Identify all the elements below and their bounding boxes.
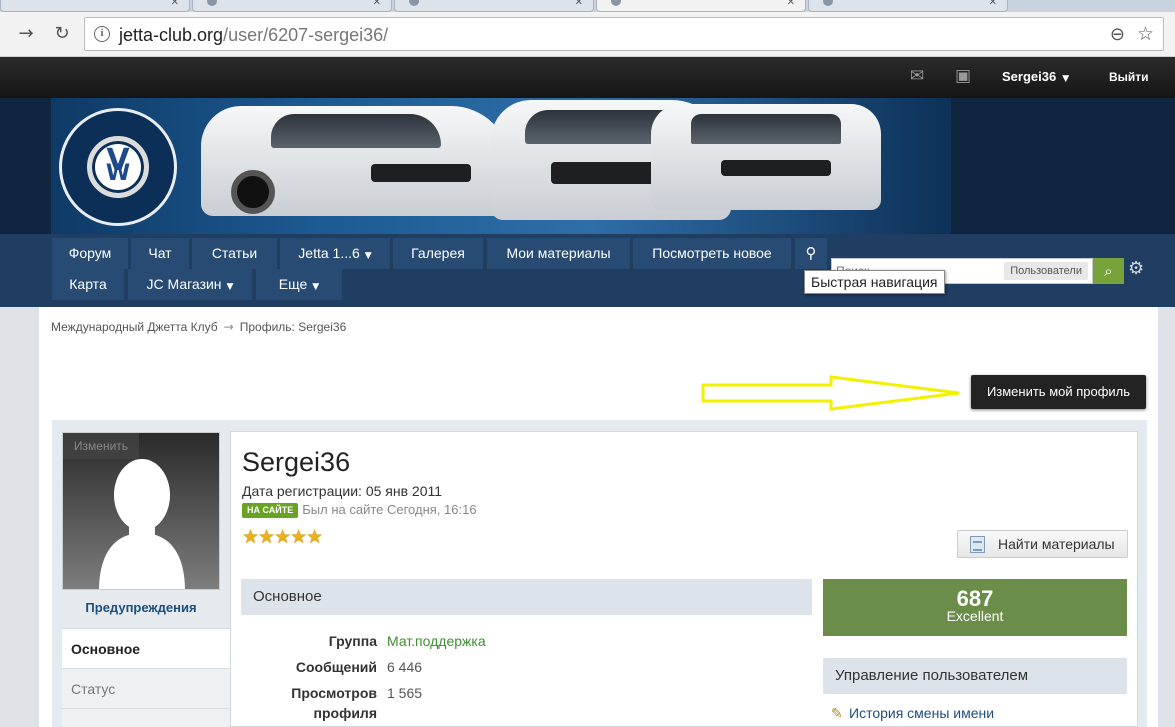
browser-tab[interactable]: ✕ xyxy=(808,0,1008,12)
user-menu[interactable]: Sergei36 ▼ xyxy=(1002,69,1069,84)
nav-more-label: Еще xyxy=(278,276,308,292)
section-main-header: Основное xyxy=(241,579,812,615)
field-value[interactable]: Мат.поддержка xyxy=(387,631,486,651)
close-icon[interactable]: ✕ xyxy=(989,0,997,8)
caret-down-icon: ▼ xyxy=(1062,74,1070,84)
warnings-link[interactable]: Предупреждения xyxy=(62,600,220,615)
quick-nav-tooltip: Быстрая навигация xyxy=(804,270,945,294)
nav-articles[interactable]: Статьи xyxy=(192,238,277,269)
rating-stars-icon: ★★★★★ xyxy=(242,526,323,548)
reputation-label: Excellent xyxy=(946,608,1004,624)
user-bar: ✉ ▣ Sergei36 ▼ Выйти xyxy=(0,57,1175,98)
breadcrumb-arrow-icon: → xyxy=(223,320,234,334)
tab-favicon xyxy=(409,0,419,6)
user-menu-name: Sergei36 xyxy=(1002,69,1057,84)
profile-name: Sergei36 xyxy=(242,447,351,477)
search-button[interactable]: ⌕ xyxy=(1093,258,1124,284)
field-label: Просмотров профиля xyxy=(291,685,377,721)
browser-tab[interactable]: ✕ xyxy=(192,0,392,12)
browser-tab[interactable]: ✕ xyxy=(394,0,594,12)
close-icon[interactable]: ✕ xyxy=(171,0,179,8)
gear-icon[interactable]: ⚙ xyxy=(1128,258,1144,279)
nav-view-new[interactable]: Посмотреть новое xyxy=(633,238,791,269)
avatar-edit-button[interactable]: Изменить xyxy=(63,433,139,459)
avatar[interactable]: Изменить xyxy=(62,432,220,590)
registration-date: Дата регистрации: 05 янв 2011 xyxy=(242,483,443,499)
contact-card-icon[interactable]: ▣ xyxy=(952,66,974,86)
breadcrumb: Международный Джетта Клуб → Профиль: Serge… xyxy=(51,320,346,334)
name-history-link[interactable]: ✎ История смены имени xyxy=(831,704,994,723)
nav-my-materials[interactable]: Мои материалы xyxy=(487,238,630,269)
find-materials-label: Найти материалы xyxy=(998,536,1115,552)
reload-icon[interactable]: ↻ xyxy=(48,21,76,47)
browser-tab-active[interactable]: ✕ xyxy=(596,0,806,12)
user-management-header: Управление пользователем xyxy=(823,658,1127,694)
nav-forum[interactable]: Форум xyxy=(52,238,128,269)
breadcrumb-current: Профиль: Sergei36 xyxy=(239,320,347,334)
find-materials-button[interactable]: Найти материалы xyxy=(957,530,1128,558)
logout-link[interactable]: Выйти xyxy=(1109,70,1149,84)
document-icon xyxy=(970,536,985,553)
nav-map[interactable]: Карта xyxy=(52,269,124,300)
nav-jc-shop-label: JC Магазин xyxy=(146,276,222,292)
tab-status[interactable]: Статус xyxy=(62,668,232,708)
close-icon[interactable]: ✕ xyxy=(373,0,381,8)
last-seen: Был на сайте Сегодня, 16:16 xyxy=(302,502,477,517)
header-banner[interactable]: V W xyxy=(51,98,951,234)
profile-wrapper: Изменить Предупреждения Основное Статус … xyxy=(52,420,1147,727)
caret-down-icon: ▼ xyxy=(226,282,234,292)
url-domain: jetta-club.org xyxy=(119,25,224,45)
breadcrumb-root[interactable]: Международный Джетта Клуб xyxy=(51,320,218,334)
map-marker-icon[interactable]: ⚲ xyxy=(795,238,827,269)
browser-tab[interactable]: ✕ xyxy=(0,0,190,12)
car-image xyxy=(201,106,511,216)
browser-toolbar: → ↻ i jetta-club.org/user/6207-sergei36/… xyxy=(0,12,1175,57)
vw-emblem: V W xyxy=(87,136,149,198)
nav-jc-shop[interactable]: JC Магазин ▼ xyxy=(128,269,252,300)
edit-profile-button[interactable]: Изменить мой профиль xyxy=(971,375,1146,409)
tab-more[interactable] xyxy=(62,708,232,727)
online-status: НА САЙТЕ Был на сайте Сегодня, 16:16 xyxy=(242,502,477,518)
search-icon: ⌕ xyxy=(1104,262,1113,280)
field-label: Группа xyxy=(328,633,377,649)
yellow-arrow-annotation xyxy=(701,375,960,411)
field-value: 6 446 xyxy=(387,659,423,675)
page-content: Международный Джетта Клуб → Профиль: Serge… xyxy=(39,307,1158,727)
profile-card: Sergei36 Дата регистрации: 05 янв 2011 Н… xyxy=(230,431,1138,727)
name-history-label: История смены имени xyxy=(849,705,995,721)
browser-tabstrip: ✕ ✕ ✕ ✕ ✕ xyxy=(0,0,1175,12)
envelope-icon[interactable]: ✉ xyxy=(906,66,928,86)
search-scope[interactable]: Пользователи xyxy=(1004,262,1088,280)
car-image xyxy=(651,104,881,210)
field-value: 1 565 xyxy=(387,685,423,701)
bookmark-star-icon[interactable]: ☆ xyxy=(1137,23,1154,45)
pencil-icon: ✎ xyxy=(831,706,843,722)
forward-arrow-icon[interactable]: → xyxy=(12,21,40,47)
tab-favicon xyxy=(823,0,833,6)
close-icon[interactable]: ✕ xyxy=(575,0,583,8)
site-header: V W xyxy=(0,98,1175,234)
address-bar[interactable]: i jetta-club.org/user/6207-sergei36/ ⊖ ☆ xyxy=(84,17,1164,51)
url-path: /user/6207-sergei36/ xyxy=(223,25,389,45)
nav-more[interactable]: Еще ▼ xyxy=(256,269,342,300)
nav-jetta-models[interactable]: Jetta 1...6 ▼ xyxy=(280,238,390,269)
online-badge: НА САЙТЕ xyxy=(242,503,299,518)
tab-favicon xyxy=(207,0,217,6)
jetta-club-logo: V W xyxy=(59,108,177,226)
field-label: Сообщений xyxy=(295,659,377,675)
tab-main[interactable]: Основное xyxy=(62,628,232,668)
caret-down-icon: ▼ xyxy=(312,282,320,292)
nav-chat[interactable]: Чат xyxy=(131,238,189,269)
caret-down-icon: ▼ xyxy=(364,251,372,261)
tab-favicon xyxy=(611,0,621,6)
address-url: jetta-club.org/user/6207-sergei36/ xyxy=(119,25,388,46)
reputation-box: 687 Excellent xyxy=(823,579,1127,636)
nav-jetta-models-label: Jetta 1...6 xyxy=(298,245,360,261)
zoom-icon[interactable]: ⊖ xyxy=(1110,24,1125,45)
close-icon[interactable]: ✕ xyxy=(787,0,795,8)
info-icon[interactable]: i xyxy=(94,26,110,42)
nav-gallery[interactable]: Галерея xyxy=(393,238,483,269)
